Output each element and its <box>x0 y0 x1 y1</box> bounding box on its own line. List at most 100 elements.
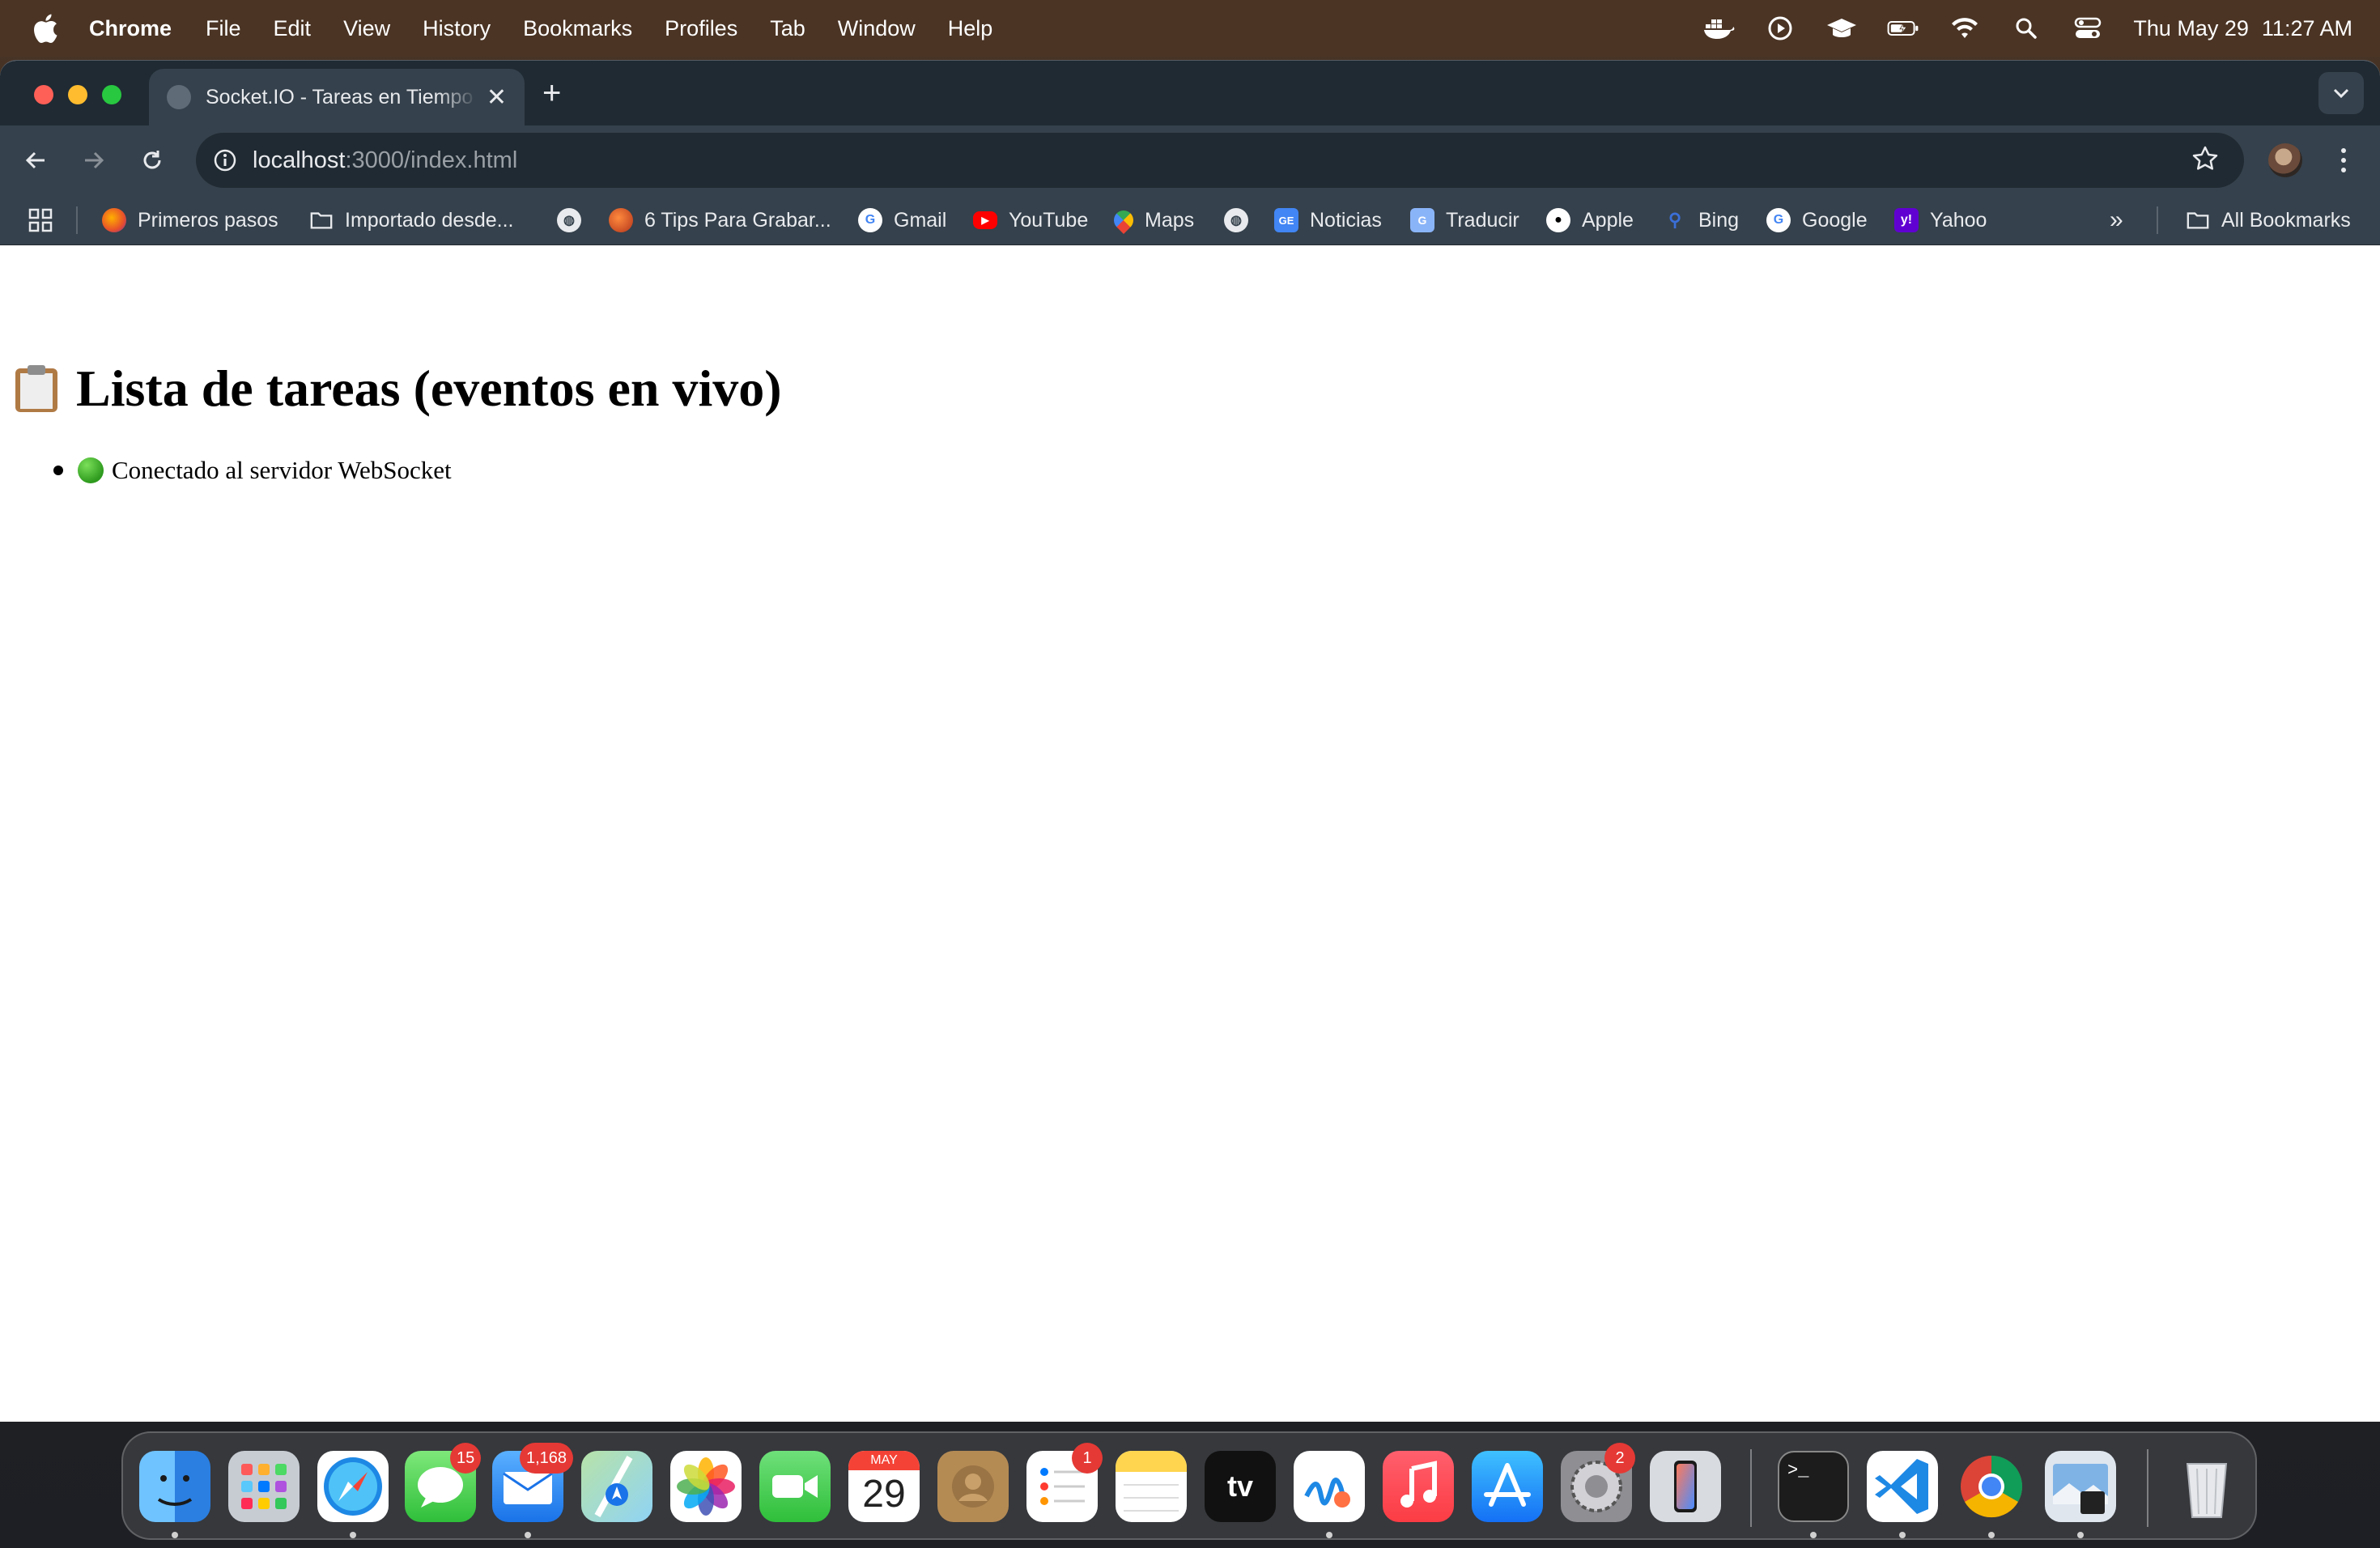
menu-edit[interactable]: Edit <box>274 16 312 41</box>
music-icon[interactable] <box>1383 1451 1454 1522</box>
tab-active[interactable]: Socket.IO - Tareas en Tiempo Real ✕ <box>149 69 525 125</box>
google-icon: G <box>1766 208 1791 232</box>
menu-history[interactable]: History <box>423 16 491 41</box>
photos-icon[interactable] <box>670 1451 742 1522</box>
globe-icon <box>167 85 191 109</box>
iphone-mirroring-icon[interactable] <box>1650 1451 1721 1522</box>
menubar-clock[interactable]: Thu May 29 11:27 AM <box>2133 16 2352 41</box>
apple-menu-icon[interactable] <box>29 11 65 46</box>
url-host: localhost <box>253 147 346 173</box>
bookmark-gmail[interactable]: G Gmail <box>858 195 946 245</box>
web-page-content: Lista de tareas (eventos en vivo) Conect… <box>0 245 2380 1422</box>
apps-grid-icon[interactable] <box>28 195 53 245</box>
bookmark-star-icon[interactable] <box>2191 144 2220 180</box>
bookmark-primeros-pasos[interactable]: Primeros pasos <box>102 195 278 245</box>
google-icon: G <box>858 208 882 232</box>
menu-bookmarks[interactable]: Bookmarks <box>523 16 632 41</box>
folder-icon <box>310 212 333 229</box>
chevron-down-icon <box>2333 88 2349 99</box>
forward-button[interactable] <box>76 142 112 178</box>
tab-close-icon[interactable]: ✕ <box>487 83 507 112</box>
maps-app-icon[interactable] <box>581 1451 652 1522</box>
close-window-button[interactable] <box>34 85 53 104</box>
bookmark-globe-1[interactable]: ◍ <box>557 195 593 245</box>
vscode-icon[interactable] <box>1867 1451 1938 1522</box>
arrow-right-icon <box>85 151 104 169</box>
finder-icon[interactable] <box>139 1451 210 1522</box>
preview-icon[interactable] <box>2045 1451 2116 1522</box>
reminders-badge: 1 <box>1072 1443 1103 1474</box>
play-circle-icon[interactable] <box>1764 14 1796 43</box>
tab-strip: Socket.IO - Tareas en Tiempo Real ✕ + <box>0 61 2380 125</box>
browser-menu-button[interactable] <box>2331 143 2356 177</box>
browser-toolbar: localhost:3000/index.html <box>0 125 2380 195</box>
spotlight-search-icon[interactable] <box>2010 14 2042 43</box>
bookmark-traducir[interactable]: G Traducir <box>1410 195 1519 245</box>
green-circle-icon <box>78 457 104 483</box>
globe-icon: ◍ <box>1224 208 1248 232</box>
event-text: Conectado al servidor WebSocket <box>112 456 452 484</box>
battery-icon[interactable] <box>1887 14 1919 43</box>
wifi-icon[interactable] <box>1949 14 1981 43</box>
menu-help[interactable]: Help <box>948 16 993 41</box>
graduation-cap-icon[interactable] <box>1825 14 1858 43</box>
profile-avatar[interactable] <box>2268 143 2302 177</box>
menu-view[interactable]: View <box>343 16 390 41</box>
all-bookmarks-button[interactable]: All Bookmarks <box>2186 195 2351 245</box>
bookmark-label: Noticias <box>1310 208 1382 232</box>
bookmark-yahoo[interactable]: y! Yahoo <box>1894 195 1987 245</box>
bookmark-bing[interactable]: ⚲ Bing <box>1663 195 1739 245</box>
tab-search-button[interactable] <box>2318 72 2364 114</box>
clock-date: Thu May 29 <box>2133 15 2249 40</box>
bookmark-globe-2[interactable]: ◍ <box>1224 195 1260 245</box>
menu-tab[interactable]: Tab <box>770 16 805 41</box>
mail-badge: 1,168 <box>520 1443 574 1474</box>
control-center-icon[interactable] <box>2072 14 2104 43</box>
clipboard-icon <box>13 364 60 414</box>
bookmarks-bar: Primeros pasos Importado desde... ◍ 6 Ti… <box>0 195 2380 245</box>
calendar-day: 29 <box>862 1473 906 1516</box>
reload-button[interactable] <box>134 142 170 178</box>
dock: 15 1,168 MAY 29 1 tv 2 >_ <box>121 1431 2257 1540</box>
bookmarks-overflow-chevron-icon[interactable]: » <box>2110 195 2123 245</box>
bing-icon: ⚲ <box>1668 210 1682 230</box>
bookmark-label: Bing <box>1698 208 1740 232</box>
freeform-icon[interactable] <box>1294 1451 1365 1522</box>
bookmark-6-tips[interactable]: 6 Tips Para Grabar... <box>609 195 831 245</box>
notes-icon[interactable] <box>1116 1451 1187 1522</box>
bookmark-youtube[interactable]: ▶ YouTube <box>973 195 1088 245</box>
bookmark-noticias[interactable]: GE Noticias <box>1274 195 1382 245</box>
app-store-icon[interactable] <box>1472 1451 1543 1522</box>
docker-icon[interactable] <box>1702 14 1735 43</box>
apple-tv-icon[interactable]: tv <box>1205 1451 1276 1522</box>
app-menu-chrome[interactable]: Chrome <box>89 16 172 41</box>
calendar-icon[interactable]: MAY 29 <box>848 1451 920 1522</box>
bookmark-label: Yahoo <box>1930 208 1987 232</box>
bookmark-label: 6 Tips Para Grabar... <box>644 208 831 232</box>
bookmark-label: Traducir <box>1446 208 1519 232</box>
url-path: :3000/index.html <box>345 147 518 173</box>
trash-icon[interactable] <box>2171 1451 2242 1522</box>
bookmark-google[interactable]: G Google <box>1766 195 1868 245</box>
menu-file[interactable]: File <box>206 16 241 41</box>
menu-profiles[interactable]: Profiles <box>665 16 737 41</box>
bookmark-maps[interactable]: Maps <box>1110 195 1194 245</box>
zoom-window-button[interactable] <box>102 85 121 104</box>
safari-icon[interactable] <box>317 1451 389 1522</box>
events-list: Conectado al servidor WebSocket <box>53 456 452 485</box>
new-tab-button[interactable]: + <box>542 77 561 109</box>
bookmark-importado[interactable]: Importado desde... <box>309 195 513 245</box>
back-button[interactable] <box>18 142 53 178</box>
contacts-icon[interactable] <box>937 1451 1009 1522</box>
address-bar[interactable]: localhost:3000/index.html <box>196 133 2244 188</box>
launchpad-icon[interactable] <box>228 1451 300 1522</box>
firefox-icon <box>102 208 126 232</box>
chrome-icon[interactable] <box>1956 1451 2027 1522</box>
messages-badge: 15 <box>450 1443 482 1474</box>
minimize-window-button[interactable] <box>68 85 87 104</box>
terminal-icon[interactable]: >_ <box>1778 1451 1849 1522</box>
facetime-icon[interactable] <box>759 1451 831 1522</box>
bookmark-apple[interactable]: ● Apple <box>1546 195 1634 245</box>
menu-window[interactable]: Window <box>838 16 916 41</box>
site-info-icon[interactable] <box>209 144 241 176</box>
